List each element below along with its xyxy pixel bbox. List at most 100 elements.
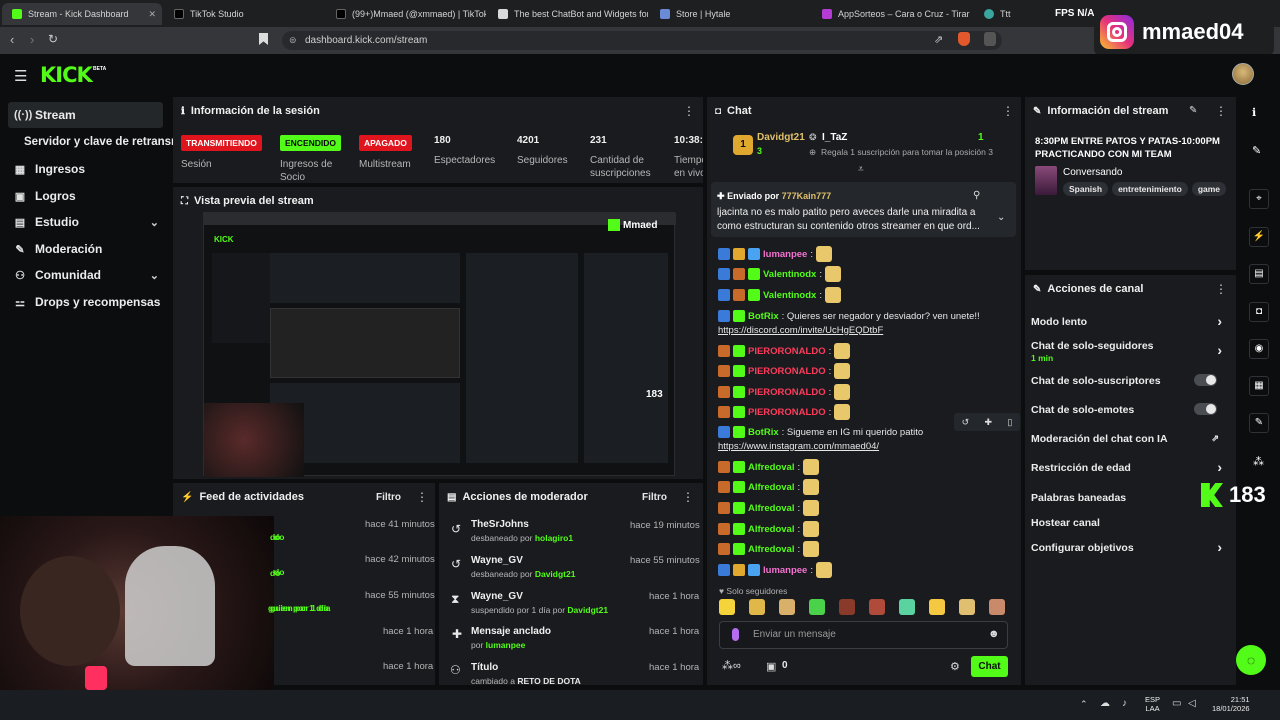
forward-arrow-icon[interactable]: › <box>30 32 34 47</box>
language-indicator[interactable]: ESP LAA <box>1145 695 1160 713</box>
chat-username[interactable]: lumanpee <box>763 565 807 576</box>
chat-message[interactable]: Alfredoval: <box>718 521 820 537</box>
age-restriction-row[interactable]: Restricción de edad › <box>1031 459 1227 475</box>
chat-message[interactable]: Valentinodx: <box>718 287 841 303</box>
gift-box-icon[interactable]: ▣ <box>766 660 776 673</box>
chat-link[interactable]: https://discord.com/invite/UcHgEQDtbF <box>718 322 883 338</box>
reply-icon[interactable]: ↺ <box>962 417 970 428</box>
chat-username[interactable]: PIERORONALDO <box>748 387 826 398</box>
sidebar-item-logros[interactable]: ▣ Logros <box>8 183 163 209</box>
slow-mode-row[interactable]: Modo lento › <box>1031 313 1227 329</box>
tag-chip[interactable]: game <box>1191 182 1227 196</box>
stream-preview-video[interactable]: KICK Mmaed 183 <box>203 212 676 477</box>
microphone-icon[interactable]: ♪ <box>1122 698 1127 709</box>
external-link-icon[interactable]: ⇗ <box>1211 433 1219 444</box>
sidebar-item-server-key[interactable]: Servidor y clave de retransm <box>18 129 178 155</box>
chat-message[interactable]: PIERORONALDO: <box>718 404 851 420</box>
rail-button-document-icon[interactable]: ▤ <box>1249 264 1269 284</box>
back-arrow-icon[interactable]: ‹ <box>10 32 14 47</box>
url-field[interactable]: ⊜ dashboard.kick.com/stream <box>282 31 1002 50</box>
feed-filter-button[interactable]: Filtro <box>376 492 401 503</box>
chat-username[interactable]: lumanpee <box>763 249 807 260</box>
rail-button-storage-icon[interactable]: ▦ <box>1249 376 1269 396</box>
pin-icon[interactable]: ✚ <box>985 417 993 428</box>
emote-icon[interactable] <box>959 599 975 615</box>
chat-username[interactable]: Alfredoval <box>748 462 794 473</box>
rail-button-lightning-icon[interactable]: ⚡ <box>1249 227 1269 247</box>
info-icon[interactable]: ℹ <box>1252 106 1256 119</box>
collapse-icon[interactable]: ⩡ <box>858 164 864 175</box>
chevron-right-icon[interactable]: › <box>1217 342 1222 358</box>
browser-tab-tiktok[interactable]: (99+)Mmaed (@xmmaed) | TikTok <box>326 3 486 25</box>
chevron-right-icon[interactable]: › <box>1217 313 1222 329</box>
kick-logo[interactable]: KICK <box>40 63 93 87</box>
tray-chevron-icon[interactable]: ⌃ <box>1080 699 1088 710</box>
rail-button-wrench-icon[interactable]: ✎ <box>1249 413 1269 433</box>
help-headset-icon[interactable]: ◌ <box>1236 645 1266 675</box>
rail-button-broadcast-icon[interactable]: ◉ <box>1249 339 1269 359</box>
bookmark-icon[interactable] <box>259 33 268 45</box>
emote-icon[interactable] <box>869 599 885 615</box>
chat-message[interactable]: lumanpee: <box>718 246 832 262</box>
volume-icon[interactable]: ◁ <box>1188 698 1196 709</box>
chat-username[interactable]: Valentinodx <box>763 269 816 280</box>
chevron-right-icon[interactable]: › <box>1217 459 1222 475</box>
chat-input[interactable]: Enviar un mensaje ☻ <box>719 621 1008 649</box>
emotes-only-row[interactable]: Chat de solo-emotes <box>1031 403 1227 416</box>
emote-icon[interactable] <box>809 599 825 615</box>
browser-tab-kick[interactable]: Stream - Kick Dashboard ✕ <box>2 3 162 25</box>
more-options-icon[interactable]: ⋮ <box>416 490 428 504</box>
emoji-icon[interactable]: ☻ <box>988 628 1000 640</box>
chevron-down-icon[interactable]: ⌄ <box>150 269 159 282</box>
chat-username[interactable]: Valentinodx <box>763 290 816 301</box>
banned-words-row[interactable]: Palabras baneadas <box>1031 492 1227 504</box>
sidebar-item-comunidad[interactable]: ⚇ Comunidad ⌄ <box>8 262 163 288</box>
send-chat-button[interactable]: Chat <box>971 656 1008 677</box>
chat-username[interactable]: Alfredoval <box>748 503 794 514</box>
followers-only-row[interactable]: Chat de solo-seguidores 1 min › <box>1031 340 1227 363</box>
emote-icon[interactable] <box>989 599 1005 615</box>
reload-icon[interactable]: ↻ <box>48 32 58 46</box>
edit-pencil-icon[interactable]: ✎ <box>1189 105 1197 116</box>
chat-username[interactable]: PIERORONALDO <box>748 407 826 418</box>
chevron-down-icon[interactable]: ⌄ <box>997 212 1005 223</box>
tag-chip[interactable]: Spanish <box>1063 182 1109 196</box>
subscribers-only-toggle[interactable] <box>1194 374 1217 386</box>
browser-tab-appsorteos[interactable]: AppSorteos – Cara o Cruz - Tirar una <box>812 3 972 25</box>
configure-goals-row[interactable]: Configurar objetivos › <box>1031 539 1227 555</box>
close-tab-icon[interactable]: ✕ <box>148 9 156 20</box>
brave-shield-icon[interactable] <box>958 32 970 46</box>
chat-username[interactable]: Alfredoval <box>748 524 794 535</box>
emote-icon[interactable] <box>929 599 945 615</box>
sidebar-item-estudio[interactable]: ▤ Estudio ⌄ <box>8 209 163 235</box>
chat-username[interactable]: BotRix <box>748 311 779 322</box>
more-options-icon[interactable]: ⋮ <box>682 490 694 504</box>
more-options-icon[interactable]: ⋮ <box>683 104 695 118</box>
sidebar-item-moderacion[interactable]: ✎ Moderación <box>8 236 163 262</box>
chat-message[interactable]: lumanpee: <box>718 562 832 578</box>
share-icon[interactable]: ⇗ <box>934 33 943 46</box>
sidebar-item-ingresos[interactable]: ▦ Ingresos <box>8 156 163 182</box>
community-icon[interactable]: ⁂ <box>1253 455 1264 468</box>
more-options-icon[interactable]: ⋮ <box>1002 104 1014 118</box>
chat-message[interactable]: Alfredoval: <box>718 479 820 495</box>
network-icon[interactable]: ▭ <box>1172 698 1181 709</box>
chat-message[interactable]: Alfredoval: <box>718 541 820 557</box>
rail-button-target-icon[interactable]: ⌖ <box>1249 189 1269 209</box>
subscribers-only-row[interactable]: Chat de solo-suscriptores <box>1031 374 1227 387</box>
unpin-icon[interactable]: ⚲ <box>973 190 980 201</box>
hamburger-menu-icon[interactable]: ☰ <box>14 67 27 85</box>
emote-icon[interactable] <box>749 599 765 615</box>
emotes-only-toggle[interactable] <box>1194 403 1217 415</box>
chat-username[interactable]: Alfredoval <box>748 482 794 493</box>
pinned-message[interactable]: ✚ Enviado por 777Kain777 ⚲ ⌄ ljacinta no… <box>711 182 1016 237</box>
chat-message[interactable]: PIERORONALDO: <box>718 363 851 379</box>
cloud-icon[interactable]: ☁ <box>1100 698 1110 709</box>
site-info-icon[interactable]: ⊜ <box>289 31 297 50</box>
clock[interactable]: 21:51 18/01/2026 <box>1212 695 1250 713</box>
chat-username[interactable]: Alfredoval <box>748 544 794 555</box>
more-options-icon[interactable]: ⋮ <box>1215 104 1227 118</box>
tag-chip[interactable]: entretenimiento <box>1112 182 1188 196</box>
emote-icon[interactable] <box>779 599 795 615</box>
chat-message[interactable]: Alfredoval: <box>718 459 820 475</box>
